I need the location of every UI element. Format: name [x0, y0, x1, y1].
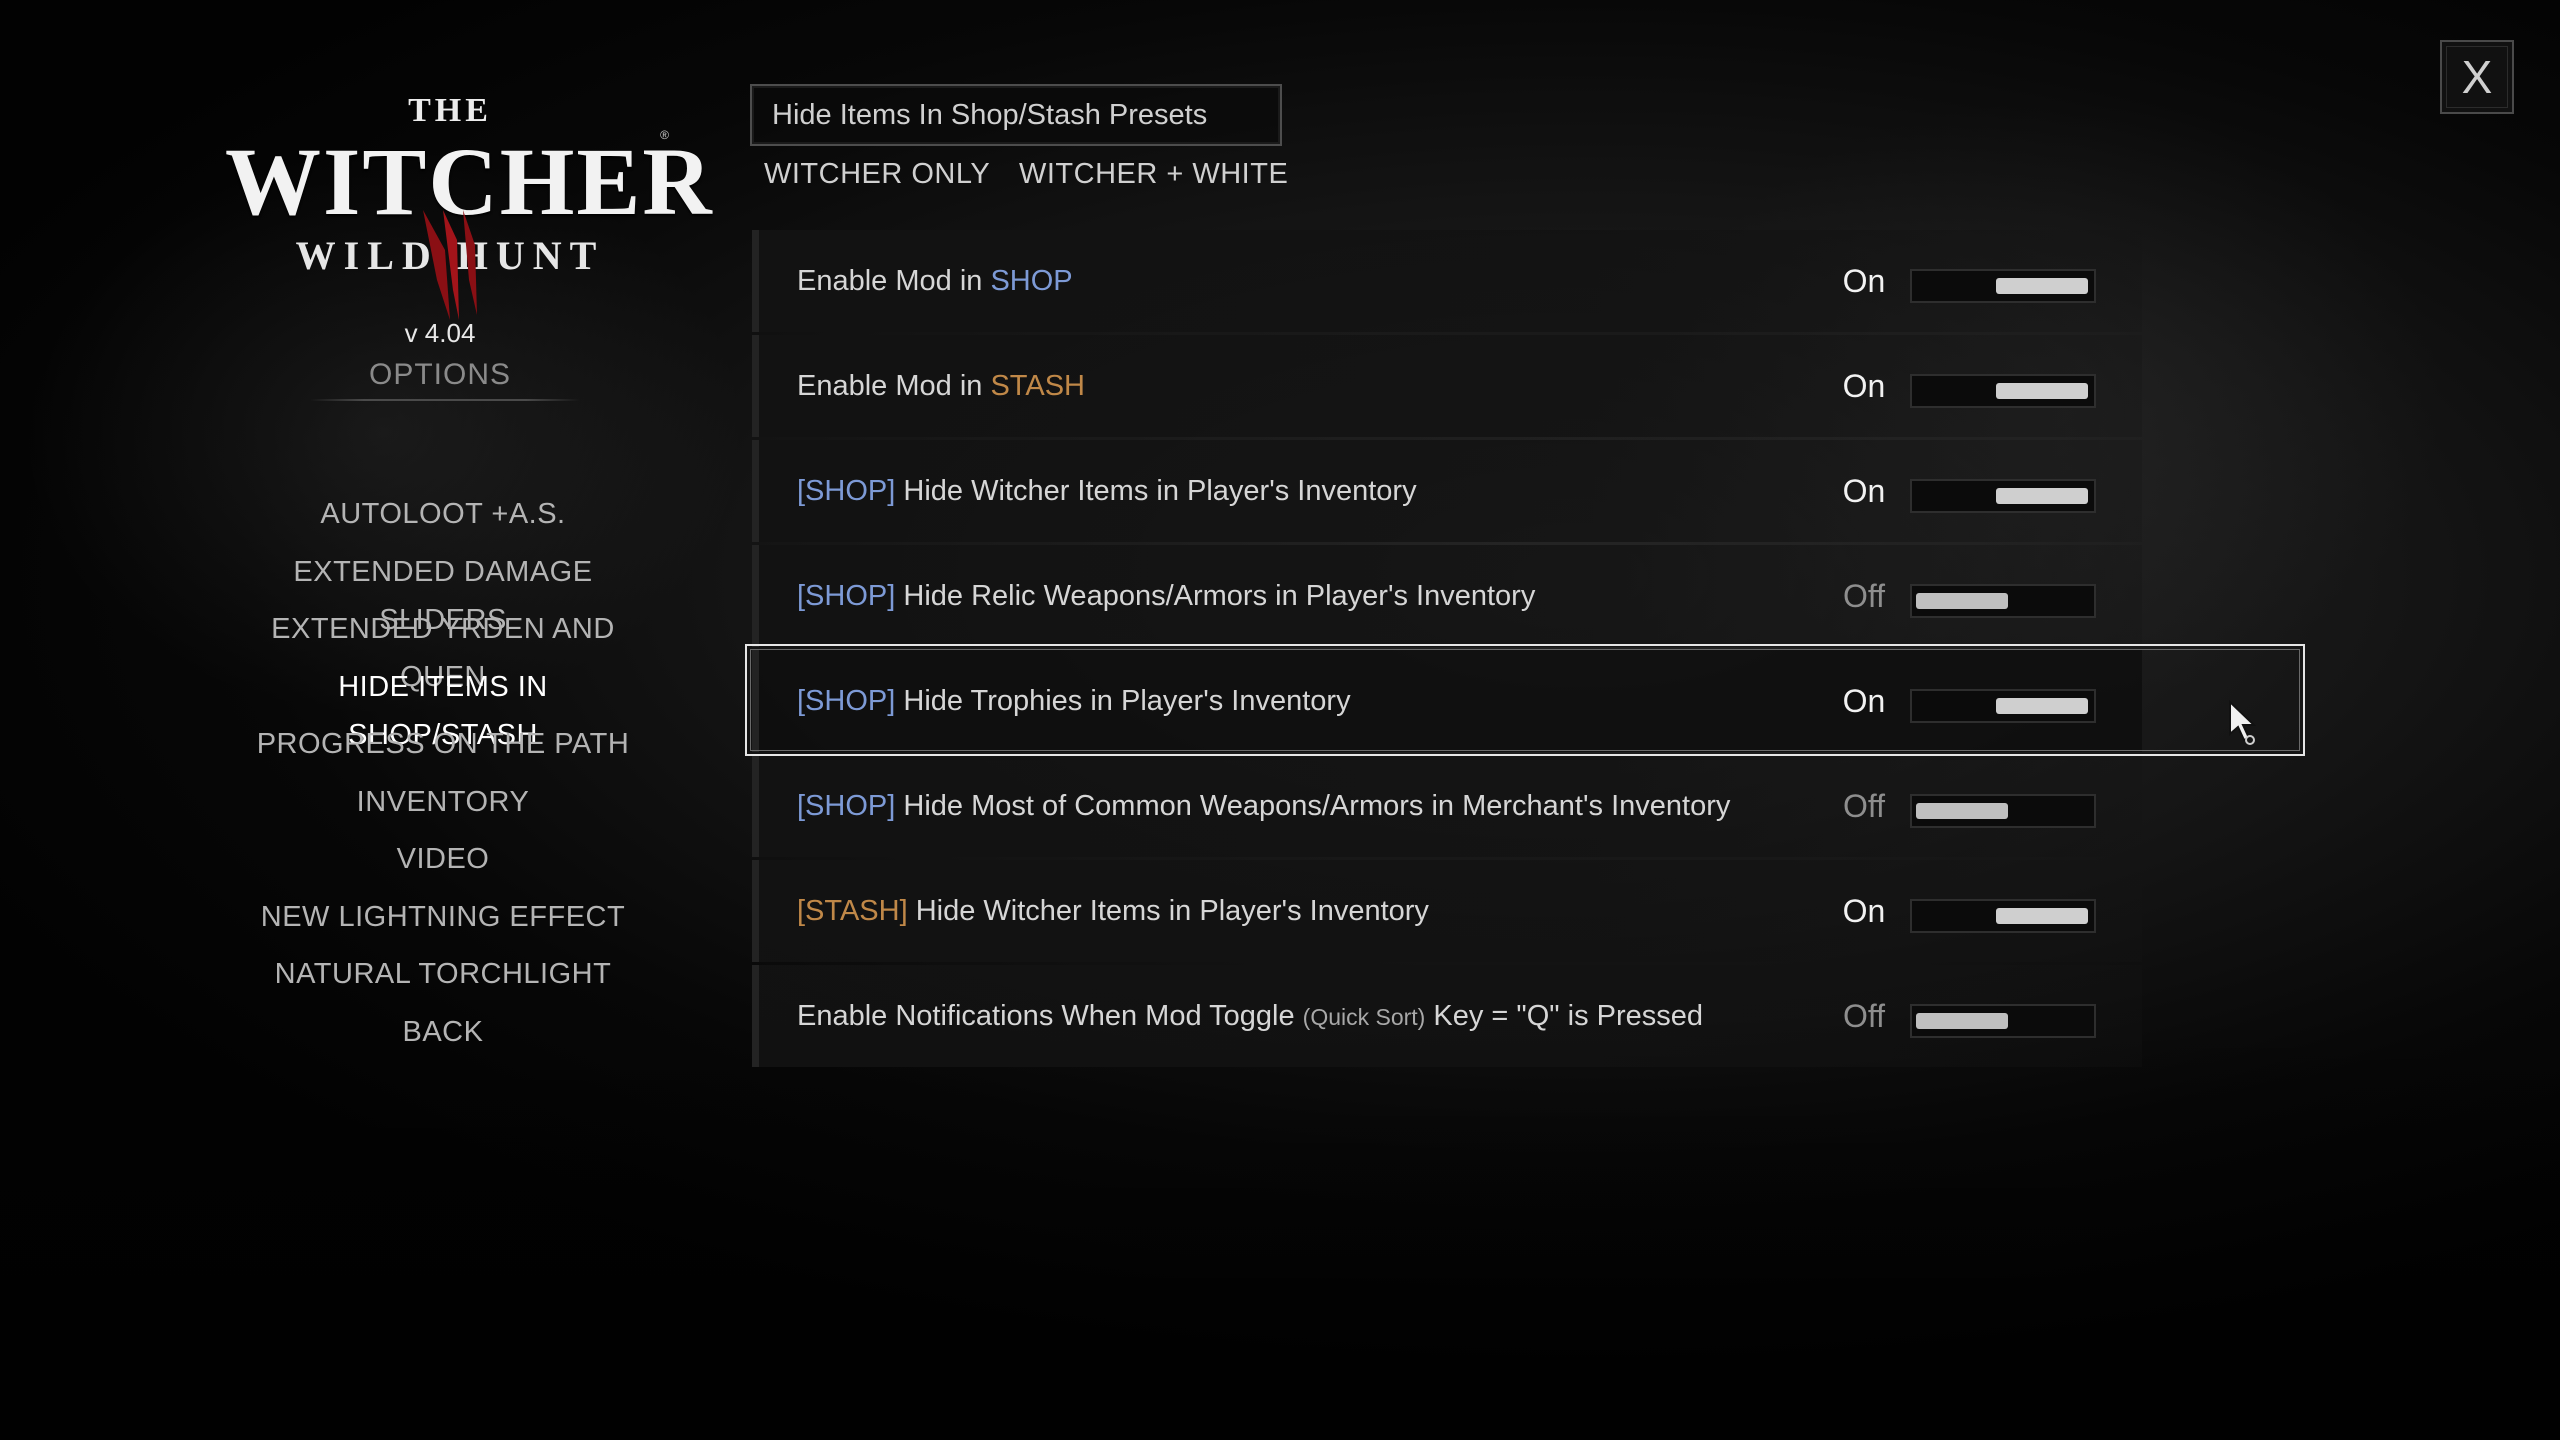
presets-header: Hide Items In Shop/Stash Presets: [750, 84, 1282, 146]
option-label-text: Enable Mod in: [797, 265, 991, 297]
option-label: Enable Notifications When Mod Toggle (Qu…: [797, 965, 1703, 1068]
options-menu: AUTOLOOT +A.S. EXTENDED DAMAGE SLIDERS E…: [243, 490, 643, 1065]
shop-tag: [SHOP]: [797, 790, 896, 822]
close-icon: X: [2461, 51, 2493, 103]
option-row-enable-notifications[interactable]: Enable Notifications When Mod Toggle (Qu…: [752, 965, 2142, 1067]
option-row-enable-stash[interactable]: Enable Mod in STASH On: [752, 335, 2142, 437]
toggle-knob: [1996, 383, 2088, 399]
quick-sort-note: (Quick Sort): [1302, 1004, 1426, 1030]
option-label: Enable Mod in SHOP: [797, 230, 1073, 332]
option-toggle[interactable]: [1910, 1004, 2096, 1038]
menu-item-extended-damage-sliders[interactable]: EXTENDED DAMAGE SLIDERS: [243, 548, 643, 636]
version-label: v 4.04: [404, 318, 476, 348]
logo-the-text: THE: [408, 92, 492, 129]
menu-item-natural-torchlight[interactable]: NATURAL TORCHLIGHT: [243, 950, 643, 1008]
game-logo: THE WITCHER WILD HUNT ®: [225, 92, 712, 322]
option-state: Off: [1842, 578, 1886, 614]
shop-tag: [SHOP]: [797, 580, 896, 612]
option-label: Enable Mod in STASH: [797, 335, 1085, 437]
menu-item-extended-yrden-quen[interactable]: EXTENDED YRDEN AND QUEN: [243, 605, 643, 693]
toggle-knob: [1916, 593, 2008, 609]
option-row-shop-hide-common[interactable]: [SHOP] Hide Most of Common Weapons/Armor…: [752, 755, 2142, 857]
toggle-knob: [1916, 803, 2008, 819]
menu-item-autoloot[interactable]: AUTOLOOT +A.S.: [243, 490, 643, 548]
stash-highlight: STASH: [990, 370, 1086, 402]
logo-registered-mark: ®: [660, 128, 669, 142]
menu-item-progress-on-the-path[interactable]: PROGRESS ON THE PATH: [243, 720, 643, 778]
menu-item-new-lightning-effect[interactable]: NEW LIGHTNING EFFECT: [243, 893, 643, 951]
option-toggle[interactable]: [1910, 794, 2096, 828]
option-label-text: Hide Witcher Items in Player's Inventory: [915, 895, 1429, 927]
option-label-text: Key = "Q" is Pressed: [1425, 1000, 1704, 1032]
shop-tag: [SHOP]: [797, 475, 896, 507]
menu-item-inventory[interactable]: INVENTORY: [243, 778, 643, 836]
options-title: OPTIONS: [368, 358, 511, 391]
option-toggle[interactable]: [1910, 269, 2096, 303]
option-state: On: [1842, 368, 1886, 404]
shop-highlight: SHOP: [990, 265, 1073, 297]
toggle-knob: [1996, 278, 2088, 294]
option-label: [SHOP] Hide Witcher Items in Player's In…: [797, 440, 1417, 542]
options-divider: [310, 399, 580, 401]
presets-title: Hide Items In Shop/Stash Presets: [772, 99, 1208, 131]
option-row-shop-hide-witcher-items[interactable]: [SHOP] Hide Witcher Items in Player's In…: [752, 440, 2142, 542]
preset-witcher-only-button[interactable]: WITCHER ONLY: [764, 158, 990, 191]
option-label: [STASH] Hide Witcher Items in Player's I…: [797, 860, 1429, 962]
option-toggle[interactable]: [1910, 689, 2096, 723]
option-state: On: [1842, 263, 1886, 299]
option-toggle[interactable]: [1910, 584, 2096, 618]
option-label: [SHOP] Hide Relic Weapons/Armors in Play…: [797, 545, 1535, 647]
close-button[interactable]: X: [2440, 40, 2514, 114]
option-row-shop-hide-relic[interactable]: [SHOP] Hide Relic Weapons/Armors in Play…: [752, 545, 2142, 647]
option-state: On: [1842, 473, 1886, 509]
options-list: Enable Mod in SHOP On Enable Mod in STAS…: [752, 230, 2142, 1070]
mouse-pointer-icon: [2229, 700, 2257, 745]
option-toggle[interactable]: [1910, 374, 2096, 408]
toggle-knob: [1916, 1013, 2008, 1029]
option-label: [SHOP] Hide Trophies in Player's Invento…: [797, 650, 1351, 752]
menu-item-back[interactable]: BACK: [243, 1008, 643, 1066]
option-label-text: Hide Relic Weapons/Armors in Player's In…: [903, 580, 1536, 612]
option-label-text: Enable Mod in: [797, 370, 991, 402]
option-state: Off: [1842, 788, 1886, 824]
preset-witcher-white-button[interactable]: WITCHER + WHITE: [1019, 158, 1288, 191]
menu-item-hide-items[interactable]: HIDE ITEMS IN SHOP/STASH: [243, 663, 643, 751]
witcher-logo-mark-icon: [423, 210, 477, 320]
option-row-enable-shop[interactable]: Enable Mod in SHOP On: [752, 230, 2142, 332]
menu-item-video[interactable]: VIDEO: [243, 835, 643, 893]
option-state: On: [1842, 893, 1886, 929]
toggle-knob: [1996, 908, 2088, 924]
option-state: Off: [1842, 998, 1886, 1034]
option-row-stash-hide-witcher-items[interactable]: [STASH] Hide Witcher Items in Player's I…: [752, 860, 2142, 962]
option-label: [SHOP] Hide Most of Common Weapons/Armor…: [797, 755, 1730, 857]
option-row-shop-hide-trophies[interactable]: [SHOP] Hide Trophies in Player's Invento…: [752, 650, 2142, 752]
option-toggle[interactable]: [1910, 899, 2096, 933]
stash-tag: [STASH]: [797, 895, 908, 927]
option-toggle[interactable]: [1910, 479, 2096, 513]
option-state: On: [1842, 683, 1886, 719]
option-label-text: Hide Witcher Items in Player's Inventory: [903, 475, 1417, 507]
toggle-knob: [1996, 698, 2088, 714]
option-label-text: Hide Trophies in Player's Inventory: [903, 685, 1351, 717]
toggle-knob: [1996, 488, 2088, 504]
option-label-text: Enable Notifications When Mod Toggle: [797, 1000, 1303, 1032]
option-label-text: Hide Most of Common Weapons/Armors in Me…: [903, 790, 1731, 822]
shop-tag: [SHOP]: [797, 685, 896, 717]
